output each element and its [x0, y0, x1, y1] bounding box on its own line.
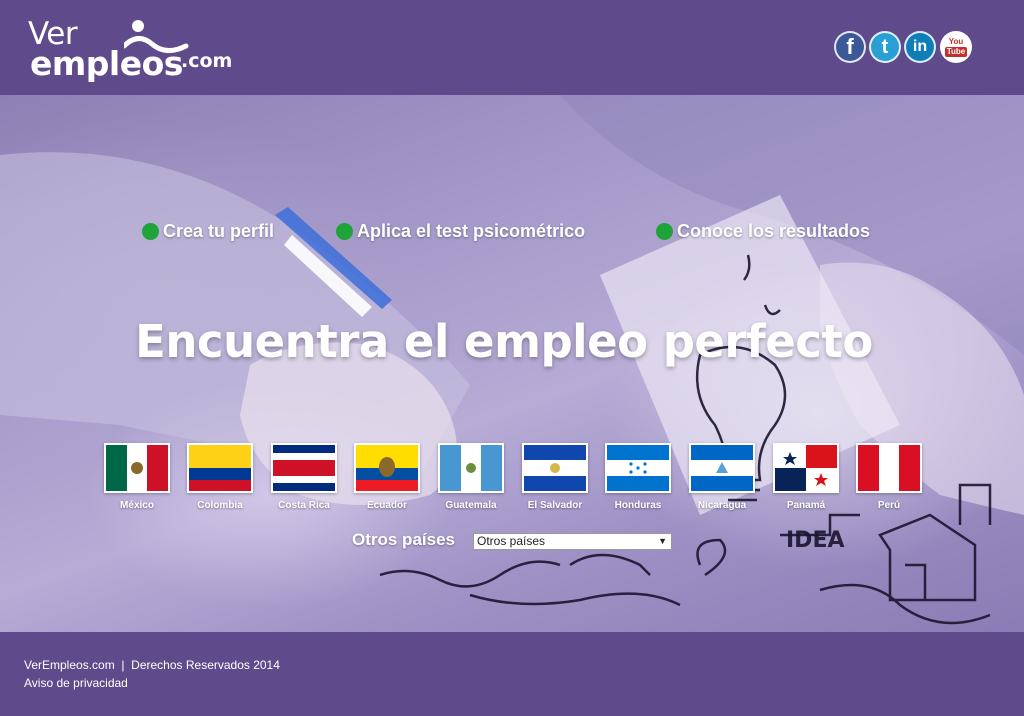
green-bullet-icon	[142, 223, 159, 240]
chevron-down-icon: ▼	[658, 536, 667, 546]
select-value: Otros países	[477, 534, 546, 548]
nicaragua-flag-icon	[689, 443, 755, 493]
other-countries-select[interactable]: Otros países ▼	[473, 533, 672, 550]
veremp-logo[interactable]: Ver empleos .com	[28, 14, 232, 83]
facebook-icon[interactable]: f	[834, 31, 866, 63]
el-salvador-flag-icon	[522, 443, 588, 493]
other-countries-label: Otros países	[352, 530, 455, 549]
panama-flag-icon	[773, 443, 839, 493]
sketch-idea-text: IDEA	[786, 528, 845, 553]
ecuador-flag-icon	[354, 443, 420, 493]
green-bullet-icon	[656, 223, 673, 240]
country-colombia[interactable]: Colombia	[187, 443, 253, 511]
footer-copyright: VerEmpleos.com | Derechos Reservados 201…	[24, 658, 280, 672]
step-aplica-test: Aplica el test psicométrico	[336, 221, 585, 242]
twitter-icon[interactable]: t	[869, 31, 901, 63]
colombia-flag-icon	[187, 443, 253, 493]
country-label: Honduras	[614, 500, 662, 511]
privacy-link[interactable]: Aviso de privacidad	[24, 676, 128, 690]
country-nicaragua[interactable]: Nicaragua	[689, 443, 755, 511]
youtube-tube-text: Tube	[944, 46, 968, 57]
country-costa-rica[interactable]: Costa Rica	[271, 443, 337, 511]
step-label: Aplica el test psicométrico	[357, 221, 586, 241]
country-flags: México Colombia Costa Rica Ecuador Guate…	[104, 443, 924, 513]
country-honduras[interactable]: Honduras	[605, 443, 671, 511]
youtube-icon[interactable]: You Tube	[940, 31, 972, 63]
header: Ver empleos .com f t in You Tube	[0, 0, 1024, 95]
linkedin-icon[interactable]: in	[904, 31, 936, 63]
country-label: Guatemala	[445, 500, 497, 511]
hero-headline: Encuentra el empleo perfecto	[0, 315, 1024, 368]
country-label: México	[120, 500, 154, 511]
country-label: Costa Rica	[278, 500, 330, 511]
country-mexico[interactable]: México	[104, 443, 170, 511]
country-label: Colombia	[197, 500, 243, 511]
footer: VerEmpleos.com | Derechos Reservados 201…	[0, 632, 1024, 716]
honduras-flag-icon	[605, 443, 671, 493]
step-label: Conoce los resultados	[677, 221, 871, 241]
hero-banner: IDEA Crea tu perfil Aplica el test psico…	[0, 95, 1024, 632]
country-label: El Salvador	[527, 500, 583, 511]
step-label: Crea tu perfil	[163, 221, 275, 241]
costa-rica-flag-icon	[271, 443, 337, 493]
country-label: Ecuador	[366, 500, 407, 511]
youtube-you-text: You	[948, 36, 964, 46]
country-panama[interactable]: Panamá	[773, 443, 839, 511]
headline-text: Encuentra el empleo perfecto	[135, 315, 873, 368]
country-guatemala[interactable]: Guatemala	[438, 443, 504, 511]
peru-flag-icon	[856, 443, 922, 493]
person-swoosh-icon	[124, 20, 189, 53]
step-crea-perfil: Crea tu perfil	[142, 221, 274, 242]
country-label: Perú	[877, 500, 901, 511]
guatemala-flag-icon	[438, 443, 504, 493]
step-conoce-resultados: Conoce los resultados	[656, 221, 870, 242]
green-bullet-icon	[336, 223, 353, 240]
country-label: Nicaragua	[697, 500, 747, 511]
country-label: Panamá	[786, 500, 826, 511]
country-ecuador[interactable]: Ecuador	[354, 443, 420, 511]
country-peru[interactable]: Perú	[856, 443, 922, 511]
mexico-flag-icon	[104, 443, 170, 493]
country-el-salvador[interactable]: El Salvador	[522, 443, 588, 511]
